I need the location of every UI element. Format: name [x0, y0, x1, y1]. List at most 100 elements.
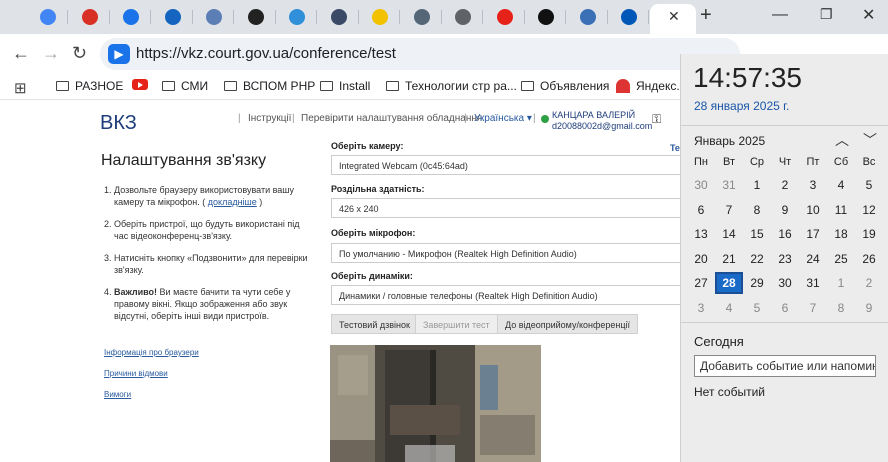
- calendar-day[interactable]: 8: [743, 199, 771, 221]
- close-tab-icon[interactable]: ✕: [668, 8, 680, 25]
- current-date[interactable]: 28 января 2025 г.: [694, 99, 789, 113]
- bookmark-item[interactable]: Технологии стр ра...: [386, 79, 517, 93]
- month-title[interactable]: Январь 2025: [694, 134, 765, 148]
- calendar-day[interactable]: 30: [771, 272, 799, 294]
- microphone-select[interactable]: По умолчанию - Микрофон (Realtek High De…: [331, 243, 681, 263]
- add-event-input[interactable]: Добавить событие или напомина: [694, 355, 876, 377]
- browser-tab[interactable]: [609, 5, 649, 29]
- calendar-day[interactable]: 7: [715, 199, 743, 221]
- calendar-day[interactable]: 31: [715, 174, 743, 196]
- requirements-link[interactable]: Вимоги: [104, 390, 131, 399]
- address-bar[interactable]: ▶ https://vkz.court.gov.ua/conference/te…: [100, 38, 740, 70]
- browser-tab[interactable]: [28, 5, 68, 29]
- nav-instructions-link[interactable]: Інструкції: [248, 113, 291, 124]
- chevron-up-icon[interactable]: ︿: [835, 130, 849, 150]
- browser-tab[interactable]: [277, 5, 317, 29]
- close-window-button[interactable]: ✕: [862, 5, 875, 25]
- browser-tab[interactable]: [360, 5, 400, 29]
- calendar-day[interactable]: 13: [687, 223, 715, 245]
- calendar-day[interactable]: 12: [855, 199, 883, 221]
- language-select[interactable]: Українська ▾: [474, 113, 532, 124]
- bookmark-item[interactable]: ВСПОМ РНР: [224, 79, 315, 93]
- calendar-day[interactable]: 28: [715, 272, 743, 294]
- details-link[interactable]: докладніше: [208, 197, 257, 207]
- calendar-day[interactable]: 15: [743, 223, 771, 245]
- browser-tab[interactable]: [319, 5, 359, 29]
- browser-tab[interactable]: [568, 5, 608, 29]
- calendar-day[interactable]: 3: [799, 174, 827, 196]
- calendar-day[interactable]: 5: [743, 297, 771, 319]
- camera-select[interactable]: Integrated Webcam (0c45:64ad): [331, 155, 681, 175]
- calendar-day[interactable]: 30: [687, 174, 715, 196]
- calendar-day[interactable]: 24: [799, 248, 827, 270]
- calendar-day[interactable]: 6: [771, 297, 799, 319]
- reasons-link[interactable]: Причини відмови: [104, 369, 168, 378]
- calendar-day[interactable]: 25: [827, 248, 855, 270]
- reload-icon[interactable]: ↻: [72, 43, 87, 64]
- calendar-day[interactable]: 26: [855, 248, 883, 270]
- chevron-down-icon[interactable]: ﹀: [863, 130, 877, 150]
- bookmark-item[interactable]: Яндекс.П: [616, 79, 688, 93]
- calendar-day[interactable]: 4: [827, 174, 855, 196]
- calendar-day[interactable]: 4: [715, 297, 743, 319]
- calendar-day[interactable]: 17: [799, 223, 827, 245]
- calendar-day[interactable]: 1: [743, 174, 771, 196]
- calendar-day[interactable]: 20: [687, 248, 715, 270]
- calendar-day[interactable]: 2: [855, 272, 883, 294]
- maximize-button[interactable]: ❐: [820, 6, 833, 23]
- forward-arrow-icon[interactable]: →: [42, 43, 60, 64]
- bookmark-item[interactable]: Объявления: [521, 79, 609, 93]
- test-call-button[interactable]: Тестовий дзвінок: [331, 314, 418, 334]
- calendar-day[interactable]: 8: [827, 297, 855, 319]
- calendar-day[interactable]: 23: [771, 248, 799, 270]
- calendar-day[interactable]: 21: [715, 248, 743, 270]
- calendar-day[interactable]: 31: [799, 272, 827, 294]
- calendar-day[interactable]: 16: [771, 223, 799, 245]
- resolution-select[interactable]: 426 x 240: [331, 198, 681, 218]
- nav-check-equipment-link[interactable]: Перевірити налаштування обладнання: [301, 113, 482, 124]
- calendar-day[interactable]: 14: [715, 223, 743, 245]
- browser-tab[interactable]: [443, 5, 483, 29]
- browser-tab[interactable]: [236, 5, 276, 29]
- go-to-conference-button[interactable]: До відеоприйому/конференції: [497, 314, 639, 334]
- url-text[interactable]: https://vkz.court.gov.ua/conference/test: [136, 45, 396, 62]
- browser-tab[interactable]: [70, 5, 110, 29]
- calendar-day[interactable]: 29: [743, 272, 771, 294]
- browser-tab[interactable]: [485, 5, 525, 29]
- calendar-day[interactable]: 11: [827, 199, 855, 221]
- calendar-day[interactable]: 6: [687, 199, 715, 221]
- user-email[interactable]: d20088002d@gmail.com: [552, 121, 652, 131]
- calendar-day[interactable]: 9: [855, 297, 883, 319]
- calendar-day[interactable]: 1: [827, 272, 855, 294]
- browser-tab[interactable]: [153, 5, 193, 29]
- site-logo[interactable]: ВКЗ: [100, 112, 137, 135]
- bookmark-item[interactable]: СМИ: [162, 79, 208, 93]
- calendar-day[interactable]: 5: [855, 174, 883, 196]
- browser-tab[interactable]: [194, 5, 234, 29]
- calendar-day[interactable]: 3: [687, 297, 715, 319]
- minimize-button[interactable]: —: [772, 6, 788, 24]
- calendar-day[interactable]: 7: [799, 297, 827, 319]
- bookmark-item[interactable]: РАЗНОЕ: [56, 79, 123, 93]
- calendar-day[interactable]: 27: [687, 272, 715, 294]
- calendar-day[interactable]: 19: [855, 223, 883, 245]
- browser-info-link[interactable]: Інформація про браузери: [104, 348, 199, 357]
- back-arrow-icon[interactable]: ←: [12, 43, 30, 64]
- browser-tab[interactable]: [402, 5, 442, 29]
- user-name[interactable]: КАНЦАРА ВАЛЕРІЙ: [552, 110, 635, 120]
- new-tab-button[interactable]: +: [700, 4, 712, 27]
- calendar-day[interactable]: 2: [771, 174, 799, 196]
- end-test-button[interactable]: Завершити тест: [415, 314, 498, 334]
- site-info-icon[interactable]: ▶: [108, 44, 130, 64]
- apps-grid-icon[interactable]: ⊞: [14, 79, 27, 97]
- browser-tab[interactable]: [111, 5, 151, 29]
- calendar-day[interactable]: 10: [799, 199, 827, 221]
- calendar-day[interactable]: 22: [743, 248, 771, 270]
- bookmark-item[interactable]: [132, 79, 148, 90]
- calendar-day[interactable]: 9: [771, 199, 799, 221]
- calendar-day[interactable]: 18: [827, 223, 855, 245]
- speaker-select[interactable]: Динамики / головные телефоны (Realtek Hi…: [331, 285, 681, 305]
- browser-tab[interactable]: [526, 5, 566, 29]
- bookmark-item[interactable]: Install: [320, 79, 370, 93]
- key-icon[interactable]: ⚿: [652, 112, 661, 127]
